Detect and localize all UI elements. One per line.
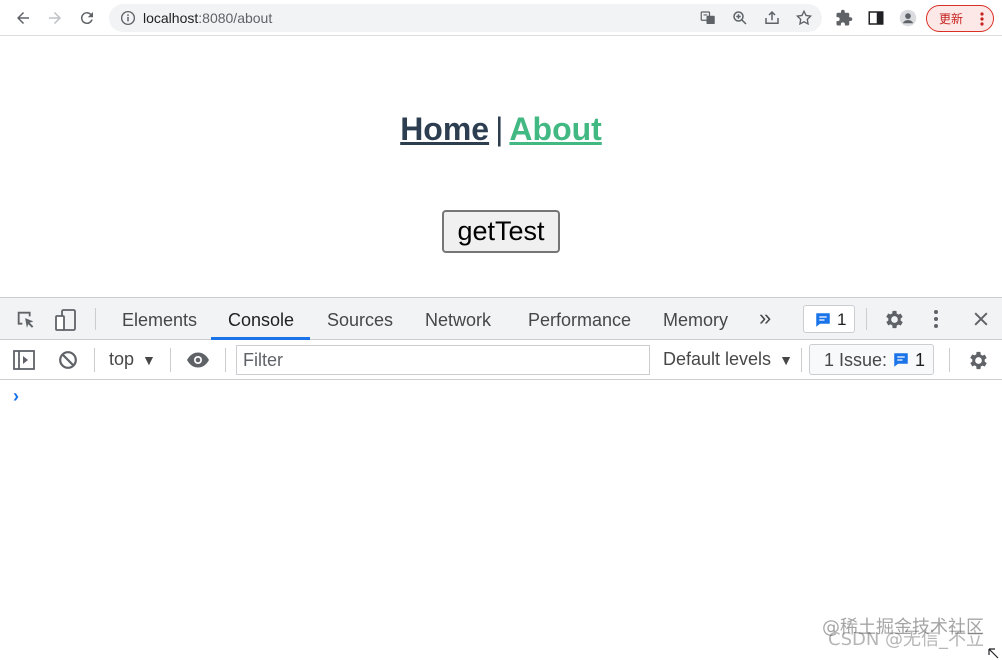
live-expression-eye-icon[interactable] [185,348,211,372]
message-icon [816,313,830,327]
issues-counter-button[interactable]: 1 [803,305,855,333]
tab-network[interactable]: Network [425,298,491,340]
toolbar-divider [801,348,802,372]
side-panel-icon[interactable] [864,6,888,30]
console-settings-gear-icon[interactable] [966,348,990,372]
issues-count: 1 [837,310,847,329]
issue-label: 1 Issue: [824,350,888,370]
reload-icon[interactable] [75,6,99,30]
bookmark-star-icon[interactable] [795,9,813,27]
tab-sources[interactable]: Sources [327,298,393,340]
zoom-icon[interactable] [731,9,749,27]
url-text[interactable]: localhost:8080/about [143,10,272,26]
url-path: :8080/about [198,10,273,26]
browser-toolbar: localhost:8080/about 更新 [0,0,1002,36]
watermark: @稀土掘金技术社区 CSDN @无信_不立 [822,618,984,650]
console-prompt-chevron-icon[interactable]: › [13,386,19,407]
toolbar-divider [949,348,950,372]
router-nav: Home | About [0,111,1002,148]
back-arrow-icon[interactable] [11,6,35,30]
toolbar-divider [225,348,226,372]
tab-memory[interactable]: Memory [663,298,728,340]
dropdown-arrow-icon: ▼ [779,352,793,368]
console-toolbar: top ▼ Default levels ▼ 1 Issue: 1 [0,340,1002,380]
toolbar-divider [866,308,867,330]
watermark-line-2: CSDN @无信_不立 [828,629,985,650]
settings-gear-icon[interactable] [882,307,906,331]
url-host: localhost [143,10,199,26]
dropdown-arrow-icon: ▼ [142,352,156,368]
address-bar[interactable]: localhost:8080/about [109,4,822,32]
kebab-menu-icon [980,12,984,26]
update-label: 更新 [939,12,964,26]
issue-count: 1 [915,350,926,370]
devtools-tabbar: Elements Console Sources Network Perform… [0,298,1002,340]
more-tabs-chevron-icon[interactable]: » [759,298,771,340]
show-sidebar-icon[interactable] [12,348,36,372]
message-icon [894,353,908,367]
share-icon[interactable] [763,9,781,27]
devtools-panel: Elements Console Sources Network Perform… [0,297,1002,660]
toolbar-divider [95,308,96,330]
tab-performance[interactable]: Performance [528,298,631,340]
nav-link-about[interactable]: About [509,111,601,147]
tab-elements[interactable]: Elements [122,298,197,340]
get-test-button[interactable]: getTest [442,210,560,253]
log-levels-dropdown[interactable]: Default levels ▼ [663,349,793,370]
tab-console[interactable]: Console [228,298,294,340]
page-viewport: Home | About getTest [0,37,1002,297]
nav-separator: | [495,111,504,147]
profile-avatar-icon[interactable] [896,6,920,30]
toolbar-divider [94,348,95,372]
translate-icon[interactable] [699,9,717,27]
resize-cursor-icon [988,648,999,659]
toolbar-divider [170,348,171,372]
log-levels-value: Default levels [663,349,772,369]
update-button[interactable]: 更新 [926,5,994,32]
more-options-kebab-icon[interactable] [926,307,946,331]
forward-arrow-icon[interactable] [43,6,67,30]
context-value: top [109,349,135,369]
nav-link-home[interactable]: Home [400,111,489,147]
console-issues-button[interactable]: 1 Issue: 1 [809,344,934,375]
context-selector[interactable]: top ▼ [109,349,156,370]
extensions-puzzle-icon[interactable] [832,6,856,30]
console-filter-input[interactable] [236,345,650,375]
clear-console-icon[interactable] [56,348,80,372]
close-devtools-icon[interactable] [969,307,993,331]
device-toolbar-icon[interactable] [53,307,79,333]
inspect-element-icon[interactable] [14,308,38,332]
info-icon[interactable] [119,9,137,27]
